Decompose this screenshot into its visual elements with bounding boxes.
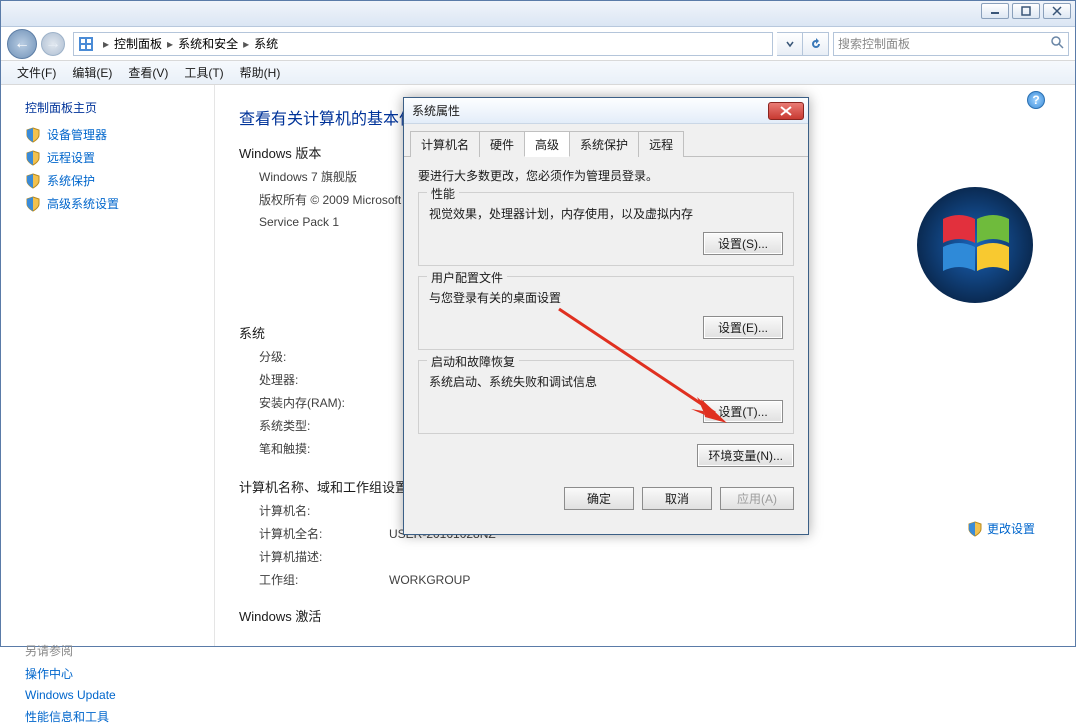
menu-tools[interactable]: 工具(T) [176,61,231,84]
close-button[interactable] [1043,3,1071,19]
tab-hardware[interactable]: 硬件 [479,131,525,157]
maximize-button[interactable] [1012,3,1040,19]
edition-value: Windows 7 旗舰版 [259,170,357,184]
shield-icon [25,127,41,143]
link-device-manager[interactable]: 设备管理器 [25,126,214,143]
breadcrumb-control-panel[interactable]: 控制面板 [114,35,162,52]
group-performance: 性能 视觉效果，处理器计划，内存使用，以及虚拟内存 设置(S)... [418,192,794,266]
environment-variables-button[interactable]: 环境变量(N)... [697,444,794,467]
shield-icon [25,196,41,212]
refresh-button[interactable] [803,32,829,56]
group-startup-title: 启动和故障恢复 [427,353,519,370]
group-user-profiles: 用户配置文件 与您登录有关的桌面设置 设置(E)... [418,276,794,350]
dialog-close-button[interactable] [768,102,804,120]
pcname-label: 计算机名: [259,502,389,519]
dialog-tabs: 计算机名 硬件 高级 系统保护 远程 [404,124,808,157]
see-also-heading: 另请参阅 [25,642,214,659]
performance-settings-button[interactable]: 设置(S)... [703,232,783,255]
change-settings-link[interactable]: 更改设置 [967,520,1035,537]
breadcrumb-system[interactable]: 系统 [254,35,278,52]
menu-bar: 文件(F) 编辑(E) 查看(V) 工具(T) 帮助(H) [1,61,1075,85]
copyright-value: 版权所有 © 2009 Microsoft [259,193,401,207]
ok-button[interactable]: 确定 [564,487,634,510]
navigation-bar: ← → ▸ 控制面板 ▸ 系统和安全 ▸ 系统 搜索控制面板 [1,27,1075,61]
search-icon [1050,35,1064,52]
servicepack-value: Service Pack 1 [259,215,339,229]
link-performance-tools[interactable]: 性能信息和工具 [25,708,214,725]
group-performance-title: 性能 [427,185,459,202]
ram-label: 安装内存(RAM): [259,394,389,411]
group-startup-desc: 系统启动、系统失败和调试信息 [429,373,783,390]
user-profiles-settings-button[interactable]: 设置(E)... [703,316,783,339]
menu-edit[interactable]: 编辑(E) [64,61,120,84]
link-system-protection[interactable]: 系统保护 [25,172,214,189]
system-properties-dialog: 系统属性 计算机名 硬件 高级 系统保护 远程 要进行大多数更改，您必须作为管理… [403,97,809,535]
pcfull-label: 计算机全名: [259,525,389,542]
help-button[interactable]: ? [1027,91,1045,109]
cancel-button[interactable]: 取消 [642,487,712,510]
rating-label: 分级: [259,348,389,365]
minimize-button[interactable] [981,3,1009,19]
shield-icon [25,150,41,166]
workgroup-value: WORKGROUP [389,573,470,587]
pen-label: 笔和触摸: [259,440,389,457]
menu-view[interactable]: 查看(V) [120,61,176,84]
address-dropdown[interactable] [777,32,803,56]
admin-note: 要进行大多数更改，您必须作为管理员登录。 [418,167,794,184]
shield-icon [25,173,41,189]
pcdesc-label: 计算机描述: [259,548,389,565]
tab-advanced[interactable]: 高级 [524,131,570,157]
systype-label: 系统类型: [259,417,389,434]
forward-button[interactable]: → [41,32,65,56]
tab-computer-name[interactable]: 计算机名 [410,131,480,157]
dialog-title: 系统属性 [412,102,460,119]
section-activation: Windows 激活 [239,606,1051,625]
startup-settings-button[interactable]: 设置(T)... [703,400,783,423]
search-placeholder: 搜索控制面板 [838,35,910,52]
menu-file[interactable]: 文件(F) [9,61,64,84]
cpu-label: 处理器: [259,371,389,388]
shield-icon [967,521,983,537]
link-windows-update[interactable]: Windows Update [25,688,214,702]
group-user-profiles-desc: 与您登录有关的桌面设置 [429,289,783,306]
breadcrumb-system-security[interactable]: 系统和安全 [178,35,238,52]
apply-button[interactable]: 应用(A) [720,487,794,510]
group-performance-desc: 视觉效果，处理器计划，内存使用，以及虚拟内存 [429,205,783,222]
window-titlebar [1,1,1075,27]
group-user-profiles-title: 用户配置文件 [427,269,507,286]
tab-remote[interactable]: 远程 [638,131,684,157]
control-panel-icon [78,36,94,52]
link-advanced-settings[interactable]: 高级系统设置 [25,195,214,212]
dialog-titlebar[interactable]: 系统属性 [404,98,808,124]
link-action-center[interactable]: 操作中心 [25,665,214,682]
control-panel-home[interactable]: 控制面板主页 [25,99,214,116]
link-remote-settings[interactable]: 远程设置 [25,149,214,166]
address-bar[interactable]: ▸ 控制面板 ▸ 系统和安全 ▸ 系统 [73,32,773,56]
workgroup-label: 工作组: [259,571,389,588]
menu-help[interactable]: 帮助(H) [232,61,289,84]
back-button[interactable]: ← [7,29,37,59]
search-input[interactable]: 搜索控制面板 [833,32,1069,56]
tab-system-protection[interactable]: 系统保护 [569,131,639,157]
group-startup-recovery: 启动和故障恢复 系统启动、系统失败和调试信息 设置(T)... [418,360,794,434]
windows-logo [915,185,1035,305]
left-pane: 控制面板主页 设备管理器 远程设置 系统保护 高级系统设置 另请参阅 操作中心 … [1,85,215,646]
